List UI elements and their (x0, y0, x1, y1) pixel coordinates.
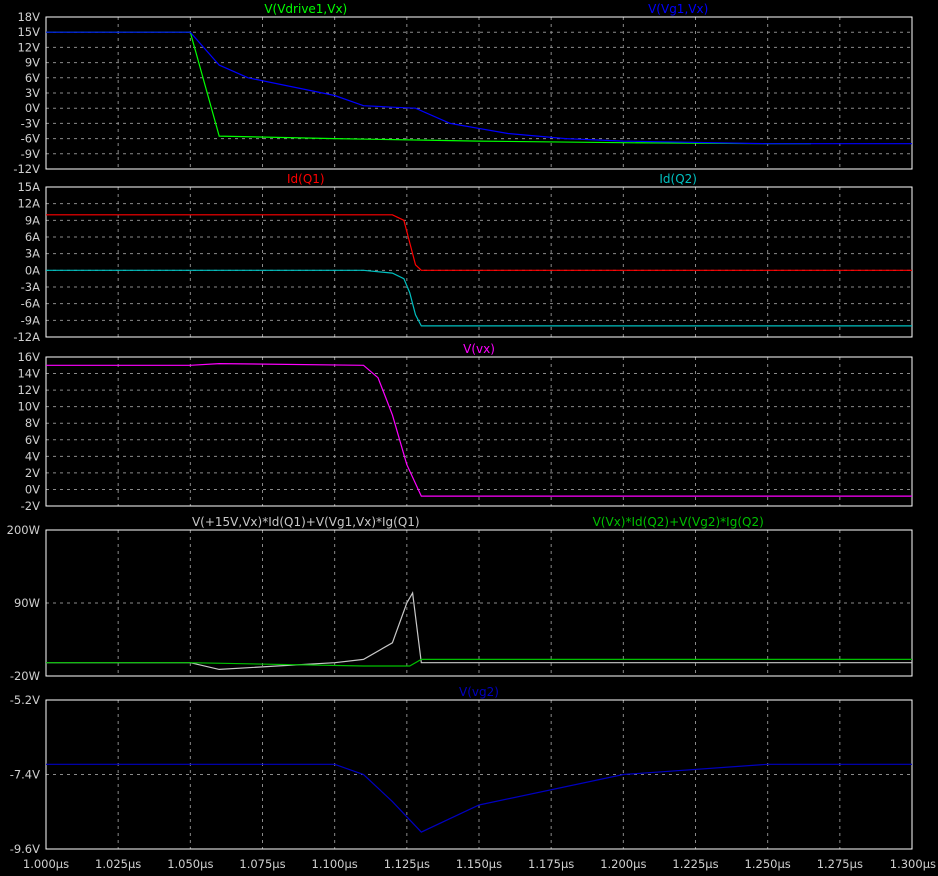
y-tick-label: 12V (17, 40, 40, 54)
trace-label[interactable]: V(+15V,Vx)*Id(Q1)+V(Vg1,Vx)*Ig(Q1) (192, 515, 420, 529)
x-tick-label: 1.100µs (312, 857, 358, 871)
y-tick-label: -12V (13, 162, 40, 176)
trace-label[interactable]: V(Vdrive1,Vx) (264, 2, 347, 16)
y-tick-label: 3V (25, 86, 40, 100)
y-tick-label: 0V (25, 101, 40, 115)
y-tick-label: 15A (17, 180, 40, 194)
y-tick-label: 8V (25, 416, 40, 430)
y-tick-label: -9.6V (10, 842, 40, 856)
trace-line[interactable] (46, 31, 811, 145)
y-tick-label: 6A (25, 230, 40, 244)
pane-1[interactable]: 18V15V12V 9V6V3V0V-3V -6V-9V-12V V(Vdrive1,… (13, 2, 913, 176)
y-tick-label: 12A (17, 197, 40, 211)
trace-label[interactable]: V(Vg1,Vx) (648, 2, 708, 16)
pane-4[interactable]: 200W 90W -20W V(+15V,Vx)*Id(Q1)+V(Vg1,Vx)*I… (7, 515, 913, 683)
x-tick-label: 1.275µs (817, 857, 863, 871)
y-tick-label: -3V (21, 116, 40, 130)
x-tick-label: 1.200µs (600, 857, 646, 871)
pane-5[interactable]: -5.2V -7.4V -9.6V V(vg2) (10, 685, 913, 856)
y-tick-label: 2V (25, 466, 40, 480)
x-tick-label: 1.250µs (745, 857, 791, 871)
y-tick-label: 18V (17, 10, 40, 24)
y-tick-label: 0A (25, 263, 40, 277)
x-tick-label: 1.225µs (672, 857, 718, 871)
y-tick-label: 90W (14, 596, 40, 610)
y-tick-label: 9A (25, 213, 40, 227)
y-tick-label: 14V (17, 367, 40, 381)
pane-3[interactable]: 16V 14V 12V 10V 8V 6V 4V 2V 0V -2V V(vx) (17, 342, 913, 513)
pane-2[interactable]: 15A 12A 9A 6A 3A 0A -3A -6A -9A -12A Id(Q1) Id(Q2) (13, 172, 913, 344)
x-tick-label: 1.000µs (23, 857, 69, 871)
y-tick-label: -6A (21, 297, 40, 311)
y-tick-label: -7.4V (10, 768, 40, 782)
waveform-viewer[interactable]: 18V15V12V9V6V3V0V-3V-6V-9V-12VV(Vdrive1,… (0, 0, 938, 876)
x-tick-label: 1.050µs (167, 857, 213, 871)
y-tick-label: 10V (17, 400, 40, 414)
y-tick-label: 4V (25, 449, 40, 463)
y-tick-label: -3A (21, 280, 40, 294)
y-tick-label: 6V (25, 71, 40, 85)
y-tick-label: -9A (21, 313, 40, 327)
y-tick-label: 0V (25, 482, 40, 496)
trace-label[interactable]: Id(Q2) (659, 172, 697, 186)
y-tick-label: 15V (17, 25, 40, 39)
x-tick-label: 1.025µs (95, 857, 141, 871)
x-tick-label: 1.075µs (239, 857, 285, 871)
y-tick-label: -6V (21, 132, 40, 146)
y-tick-label: 16V (17, 350, 40, 364)
y-tick-label: 12V (17, 383, 40, 397)
y-tick-label: 6V (25, 433, 40, 447)
trace-label[interactable]: V(vx) (463, 342, 495, 356)
x-tick-label: 1.300µs (890, 857, 936, 871)
y-tick-label: 3A (25, 247, 40, 261)
x-tick-label: 1.175µs (528, 857, 574, 871)
y-tick-label: -12A (13, 330, 40, 344)
trace-label[interactable]: V(vg2) (459, 685, 499, 699)
y-tick-label: -20W (10, 669, 40, 683)
x-tick-label: 1.150µs (456, 857, 502, 871)
y-tick-label: 200W (7, 523, 40, 537)
x-axis: 1.000µs 1.025µs 1.050µs 1.075µs 1.100µs 1.125… (23, 857, 936, 871)
y-tick-label: -5.2V (10, 693, 40, 707)
trace-label[interactable]: V(Vx)*Id(Q2)+V(Vg2)*Ig(Q2) (593, 515, 764, 529)
trace-label[interactable]: Id(Q1) (287, 172, 325, 186)
y-tick-label: -2V (21, 499, 40, 513)
y-tick-label: -9V (21, 147, 40, 161)
y-tick-label: 9V (25, 56, 40, 70)
x-tick-label: 1.125µs (384, 857, 430, 871)
